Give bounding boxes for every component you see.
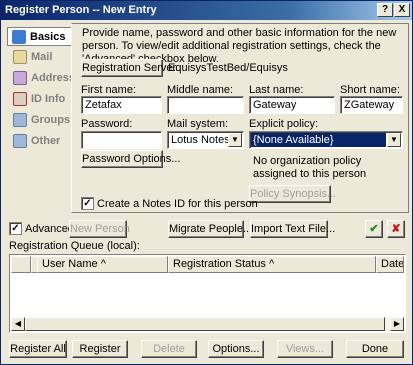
mail-system-value: Lotus Notes: [171, 134, 230, 146]
middle-name-field[interactable]: [167, 96, 244, 114]
tab-basics-label: Basics: [30, 31, 66, 43]
explicit-policy-select[interactable]: {None Available} ▼: [249, 131, 403, 149]
first-name-field[interactable]: Zetafax: [81, 96, 162, 114]
registration-queue-grid[interactable]: User Name ^ Registration Status ^ Date ◀…: [9, 254, 406, 333]
advanced-label: Advanced: [25, 223, 74, 235]
create-notes-id-label: Create a Notes ID for this person: [97, 198, 258, 210]
title-bar[interactable]: Register Person -- New Entry ? X: [1, 1, 412, 20]
last-name-label: Last name:: [249, 84, 304, 96]
short-name-label: Short name:: [340, 84, 400, 96]
address-icon: [13, 71, 27, 85]
chevron-down-icon[interactable]: ▼: [228, 133, 242, 147]
views-button[interactable]: Views...: [277, 340, 333, 358]
advanced-checkbox[interactable]: ✓: [9, 222, 22, 235]
options-button[interactable]: Options...: [208, 340, 264, 358]
accept-check-icon[interactable]: ✔: [365, 220, 383, 238]
close-button[interactable]: X: [394, 3, 410, 17]
id-info-icon: [13, 92, 27, 106]
tab-id-info-label: ID Info: [31, 93, 66, 105]
column-header-registration-status-label: Registration Status: [173, 258, 266, 270]
help-button[interactable]: ?: [377, 3, 393, 17]
delete-button[interactable]: Delete: [141, 340, 197, 358]
scrollbar-thumb[interactable]: [25, 317, 385, 331]
side-tabs: Basics Mail Address ID Info Groups Other: [5, 23, 75, 213]
sort-ascending-icon: ^: [100, 258, 106, 270]
reject-x-icon[interactable]: ✘: [387, 220, 405, 238]
tab-groups-label: Groups: [31, 114, 71, 126]
migrate-people-button-label: Migrate People...: [169, 223, 253, 235]
column-header-user-name-label: User Name: [42, 258, 98, 270]
new-person-button[interactable]: New Person: [69, 220, 130, 238]
options-button-label: Options...: [212, 343, 260, 355]
tab-address-label: Address: [31, 72, 76, 84]
register-person-window: Register Person -- New Entry ? X Basics …: [0, 0, 413, 365]
first-name-label: First name:: [81, 84, 137, 96]
password-options-button-label: Password Options...: [82, 153, 181, 165]
register-all-button[interactable]: Register All: [9, 340, 67, 358]
sort-ascending-icon: ^: [269, 258, 275, 270]
tab-other-label: Other: [31, 135, 61, 147]
scroll-left-icon[interactable]: ◀: [11, 317, 25, 331]
tab-mail[interactable]: Mail: [9, 48, 69, 67]
tab-basics[interactable]: Basics: [7, 27, 75, 46]
password-field[interactable]: [81, 131, 162, 149]
short-name-field[interactable]: ZGateway: [340, 96, 403, 114]
new-person-button-label: New Person: [70, 223, 130, 235]
tab-address[interactable]: Address: [9, 69, 75, 88]
mail-icon: [13, 50, 27, 64]
scroll-right-icon[interactable]: ▶: [390, 317, 404, 331]
mail-system-label: Mail system:: [167, 118, 229, 130]
groups-icon: [13, 113, 27, 127]
password-label: Password:: [81, 118, 133, 130]
registration-queue-label: Registration Queue (local):: [9, 240, 140, 252]
column-header-date-label: Date: [381, 258, 404, 270]
registration-server-button[interactable]: Registration Server...: [81, 59, 185, 77]
mail-system-select[interactable]: Lotus Notes ▼: [167, 131, 244, 149]
import-text-file-button-label: Import Text File...: [251, 223, 336, 235]
explicit-policy-label: Explicit policy:: [249, 118, 319, 130]
policy-note: No organization policy assigned to this …: [253, 155, 401, 181]
policy-synopsis-button-label: Policy Synopsis...: [250, 188, 337, 200]
tab-other[interactable]: Other: [9, 132, 69, 151]
done-button-label: Done: [361, 343, 389, 355]
basics-panel: Provide name, password and other basic i…: [71, 23, 409, 213]
column-header-date[interactable]: Date: [376, 256, 404, 273]
registration-server-value: EquisysTestBed/Equisys: [168, 62, 288, 74]
tab-groups[interactable]: Groups: [9, 111, 71, 130]
register-all-button-label: Register All: [10, 343, 66, 355]
register-button[interactable]: Register: [72, 340, 128, 358]
tab-mail-label: Mail: [31, 51, 53, 63]
window-title: Register Person -- New Entry: [5, 4, 157, 16]
policy-synopsis-button[interactable]: Policy Synopsis...: [249, 185, 336, 203]
middle-name-label: Middle name:: [167, 84, 234, 96]
horizontal-scrollbar[interactable]: ◀ ▶: [11, 317, 404, 331]
chevron-down-icon[interactable]: ▼: [387, 133, 401, 147]
column-header-registration-status[interactable]: Registration Status ^: [168, 256, 376, 273]
tab-id-info[interactable]: ID Info: [9, 90, 69, 109]
register-button-label: Register: [79, 343, 121, 355]
password-options-button[interactable]: Password Options...: [81, 150, 180, 168]
views-button-label: Views...: [285, 343, 325, 355]
create-notes-id-checkbox[interactable]: ✓: [81, 197, 94, 210]
other-icon: [13, 134, 27, 148]
done-button[interactable]: Done: [346, 340, 404, 358]
last-name-field[interactable]: Gateway: [249, 96, 335, 114]
delete-button-label: Delete: [153, 343, 185, 355]
migrate-people-button[interactable]: Migrate People...: [168, 220, 252, 238]
person-icon: [12, 30, 26, 44]
column-header-user-name[interactable]: User Name ^: [37, 256, 168, 273]
explicit-policy-value: {None Available}: [251, 133, 386, 147]
column-header-blank[interactable]: [11, 256, 31, 273]
import-text-file-button[interactable]: Import Text File...: [250, 220, 335, 238]
